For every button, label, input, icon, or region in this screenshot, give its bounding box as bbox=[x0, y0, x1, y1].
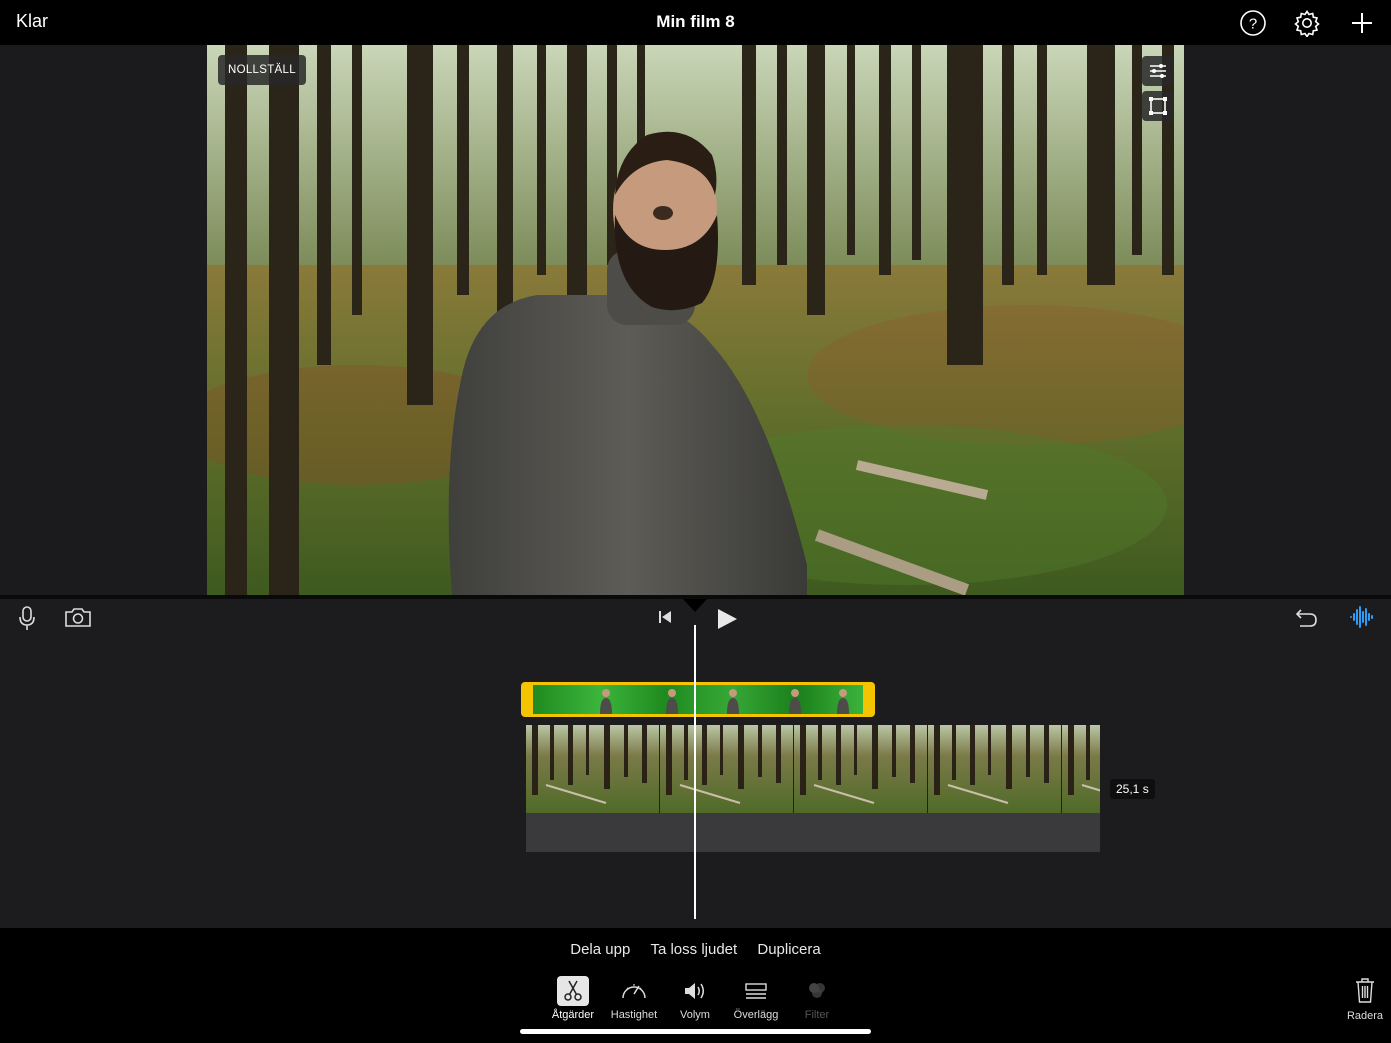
play-icon[interactable] bbox=[716, 608, 738, 630]
crop-icon[interactable] bbox=[1142, 91, 1174, 121]
project-title: Min film 8 bbox=[656, 12, 735, 31]
forest-video-clip[interactable] bbox=[526, 725, 1100, 813]
tab-speed-label: Hastighet bbox=[610, 1009, 658, 1021]
microphone-icon[interactable] bbox=[17, 605, 37, 631]
tab-actions-label: Åtgärder bbox=[551, 1009, 595, 1021]
audio-waveform-icon[interactable] bbox=[1349, 605, 1375, 629]
tab-filter-label: Filter bbox=[804, 1009, 830, 1021]
clip-duration-label: 25,1 s bbox=[1110, 779, 1155, 799]
delete-label: Radera bbox=[1346, 1010, 1384, 1022]
speedometer-icon bbox=[618, 976, 650, 1006]
tab-volume-label: Volym bbox=[680, 1009, 710, 1021]
duplicate-action[interactable]: Duplicera bbox=[757, 941, 820, 958]
svg-text:?: ? bbox=[1249, 16, 1257, 33]
detach-audio-action[interactable]: Ta loss ljudet bbox=[650, 941, 737, 958]
tab-actions[interactable]: Åtgärder bbox=[542, 976, 604, 1021]
add-icon[interactable] bbox=[1348, 9, 1376, 37]
trash-icon bbox=[1356, 978, 1374, 1003]
greenscreen-clip-thumbnails bbox=[533, 685, 863, 714]
reset-button[interactable]: NOLLSTÄLL bbox=[218, 55, 306, 85]
settings-gear-icon[interactable] bbox=[1293, 9, 1321, 38]
forest-clip-thumbnails bbox=[526, 725, 1100, 813]
timeline[interactable]: 25,1 s bbox=[0, 595, 1391, 928]
audio-track[interactable] bbox=[526, 813, 1100, 852]
tab-filter[interactable]: Filter bbox=[786, 976, 848, 1021]
tab-overlay-label: Överlägg bbox=[733, 1009, 779, 1021]
undo-icon[interactable] bbox=[1295, 606, 1319, 628]
filter-icon bbox=[801, 976, 833, 1006]
playhead-line[interactable] bbox=[694, 625, 696, 919]
overlay-clip-selected[interactable] bbox=[521, 682, 875, 717]
help-icon[interactable]: ? bbox=[1239, 9, 1267, 37]
bottom-toolbar: Dela upp Ta loss ljudet Duplicera Åtgärd… bbox=[0, 928, 1391, 1043]
adjust-sliders-icon[interactable] bbox=[1142, 56, 1174, 86]
skip-to-start-icon[interactable] bbox=[657, 609, 673, 625]
home-indicator bbox=[520, 1029, 871, 1034]
playhead-marker bbox=[683, 599, 707, 612]
clip-actions: Dela upp Ta loss ljudet Duplicera bbox=[0, 941, 1391, 958]
tab-volume[interactable]: Volym bbox=[664, 976, 726, 1021]
delete-button[interactable]: Radera bbox=[1342, 976, 1388, 1022]
scissors-icon bbox=[557, 976, 589, 1006]
speaker-icon bbox=[679, 976, 711, 1006]
forest-scene-image bbox=[207, 45, 1184, 595]
tab-overlay[interactable]: Överlägg bbox=[725, 976, 787, 1021]
split-action[interactable]: Dela upp bbox=[570, 941, 630, 958]
camera-icon[interactable] bbox=[64, 606, 92, 628]
tab-speed[interactable]: Hastighet bbox=[603, 976, 665, 1021]
overlay-icon bbox=[740, 976, 772, 1006]
video-preview[interactable]: NOLLSTÄLL bbox=[207, 45, 1184, 595]
top-bar: Klar Min film 8 ? bbox=[0, 0, 1391, 45]
